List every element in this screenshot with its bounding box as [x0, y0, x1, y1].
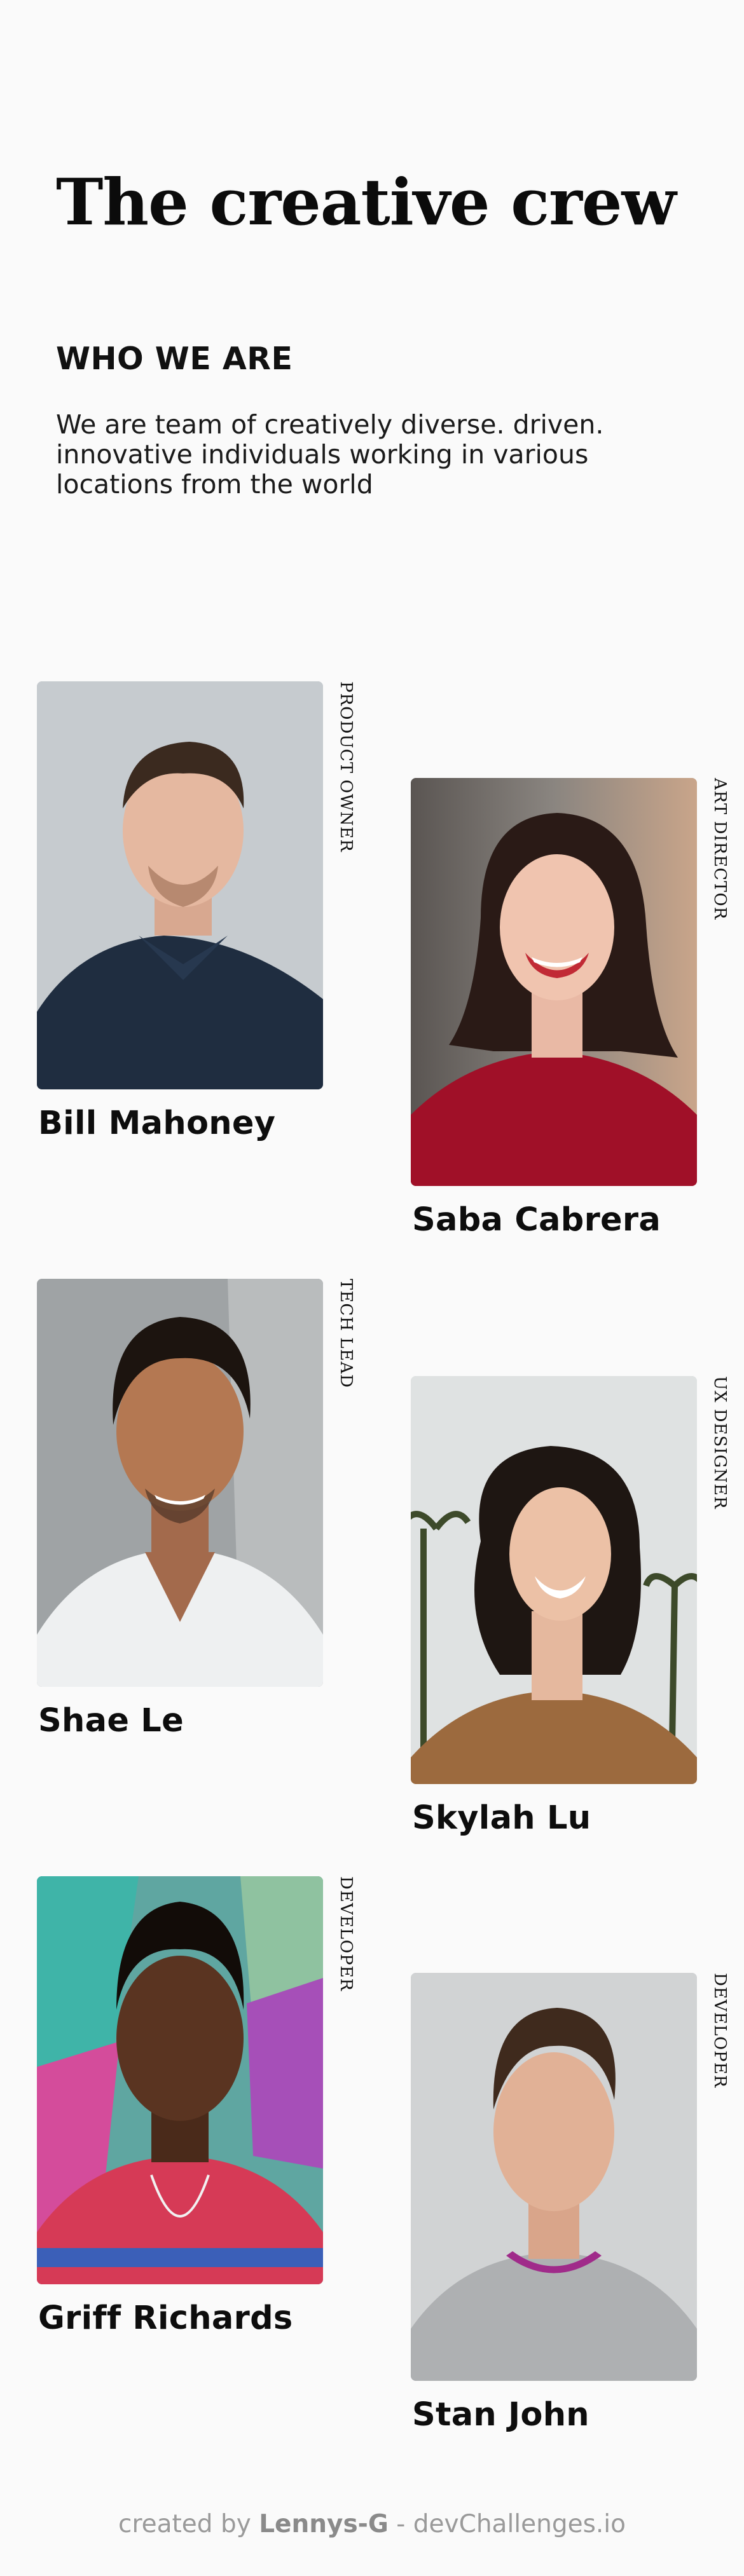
member-role: UX DESIGNER: [710, 1376, 729, 1509]
member-role: ART DIRECTOR: [710, 778, 729, 920]
team-member-card: DEVELOPER Stan John: [411, 1973, 729, 2431]
member-photo: [411, 1973, 697, 2381]
member-role: PRODUCT OWNER: [336, 681, 355, 852]
footer-prefix: created by: [118, 2510, 251, 2539]
member-name: Saba Cabrera: [412, 1201, 661, 1239]
member-name: Griff Richards: [38, 2300, 293, 2337]
section-heading: WHO WE ARE: [56, 341, 293, 377]
member-name: Skylah Lu: [412, 1799, 591, 1837]
member-role: TECH LEAD: [336, 1279, 355, 1389]
member-name: Stan John: [412, 2396, 589, 2434]
footer-credit: created by Lennys-G - devChallenges.io: [0, 2512, 744, 2537]
team-member-card: TECH LEAD Shae Le: [37, 1279, 355, 1737]
team-member-card: UX DESIGNER Skylah Lu: [411, 1376, 729, 1834]
member-role: DEVELOPER: [336, 1876, 355, 1992]
footer-site-link[interactable]: devChallenges.io: [413, 2510, 626, 2539]
member-photo: [411, 1376, 697, 1784]
footer-author-link[interactable]: Lennys-G: [259, 2510, 389, 2539]
page-title: The creative crew: [56, 165, 677, 240]
member-name: Shae Le: [38, 1702, 184, 1740]
team-member-card: PRODUCT OWNER Bill Mahoney: [37, 681, 355, 1140]
team-member-card: DEVELOPER Griff Richards: [37, 1876, 355, 2334]
section-description: We are team of creatively diverse. drive…: [56, 409, 604, 500]
member-photo: [37, 1279, 323, 1687]
member-photo: [37, 681, 323, 1089]
member-role: DEVELOPER: [710, 1973, 729, 2089]
team-member-card: ART DIRECTOR Saba Cabrera: [411, 778, 729, 1236]
member-photo: [37, 1876, 323, 2284]
member-name: Bill Mahoney: [38, 1105, 276, 1142]
member-photo: [411, 778, 697, 1186]
footer-separator: -: [396, 2510, 406, 2539]
